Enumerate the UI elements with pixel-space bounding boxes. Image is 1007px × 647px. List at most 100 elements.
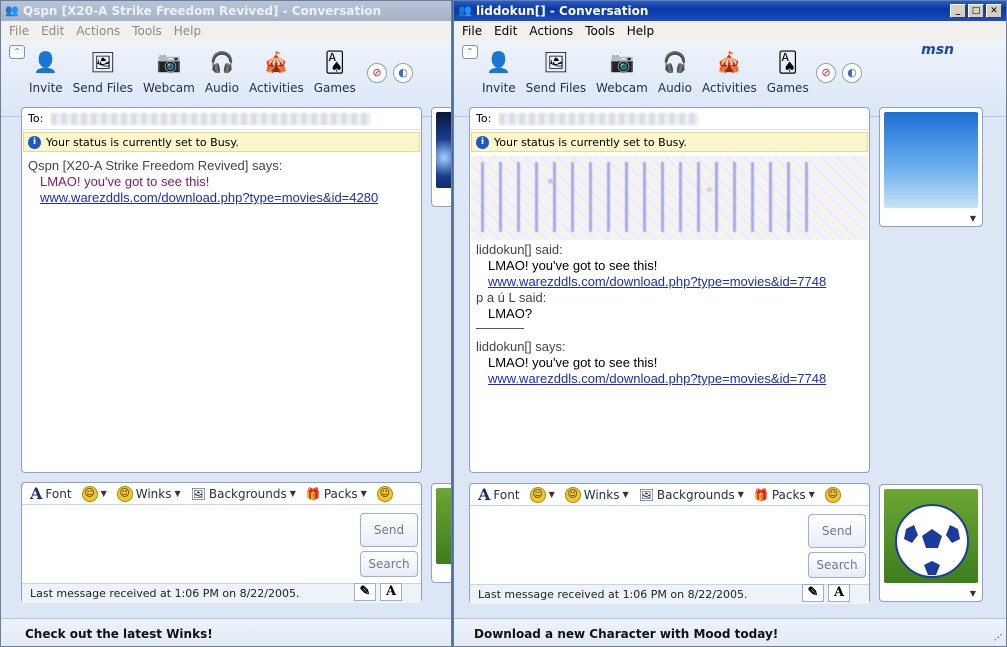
packs-icon: 🎁 xyxy=(753,487,769,502)
window-title: liddokun[] - Conversation xyxy=(476,4,649,18)
last-message-text: Last message received at 1:06 PM on 8/22… xyxy=(30,587,300,600)
backgrounds-button[interactable]: 🖼 Backgrounds ▼ xyxy=(639,488,744,502)
audio-button[interactable]: 🎧 Audio xyxy=(654,47,696,95)
activities-button[interactable]: 🎪 Activities xyxy=(698,47,761,95)
collapse-toggle-icon[interactable]: ⌃ xyxy=(462,45,478,59)
format-toolbar: A Font ☺ ▼ 😉 Winks ▼ 🖼 Backgrounds ▼ 🎁 Packs ▼ ☺ xyxy=(22,483,421,505)
search-button[interactable]: Search xyxy=(808,552,866,578)
resize-grip-icon[interactable]: ⋰ xyxy=(994,633,1002,642)
chevron-down-icon[interactable]: ▼ xyxy=(970,589,976,598)
send-button[interactable]: Send xyxy=(360,513,418,547)
emoticon-button[interactable]: ☺ ▼ xyxy=(529,486,555,503)
message-input[interactable] xyxy=(471,508,805,584)
sender-line: p a ú L said: xyxy=(476,290,547,305)
winks-label: Winks xyxy=(583,487,620,502)
title-bar[interactable]: 👥 liddokun[] - Conversation _ □ ✕ xyxy=(454,1,1006,21)
window-title: Qspn [X20-A Strike Freedom Revived] - Co… xyxy=(23,4,382,18)
search-button[interactable]: Search xyxy=(360,551,418,577)
webcam-button[interactable]: 📷 Webcam xyxy=(139,47,199,95)
games-button[interactable]: 🂡 Games xyxy=(763,47,813,95)
handwriting-icon[interactable]: ✎ xyxy=(354,583,376,601)
menu-file[interactable]: File xyxy=(5,24,37,38)
background-icon[interactable]: ◐ xyxy=(393,63,413,83)
conversation-window-1: 👥 Qspn [X20-A Strike Freedom Revived] - … xyxy=(0,0,452,647)
menu-actions[interactable]: Actions xyxy=(72,24,128,38)
compose-panel: A Font ☺ ▼ 😉 Winks ▼ 🖼 Backgrounds ▼ 🎁 Packs ▼ ☺… xyxy=(21,482,422,603)
footer-link[interactable]: Check out the latest Winks! xyxy=(25,627,213,641)
chat-history: Qspn [X20-A Strike Freedom Revived] says… xyxy=(22,154,421,210)
block-icon[interactable]: ⊘ xyxy=(816,63,836,83)
maximize-icon[interactable]: □ xyxy=(968,4,984,18)
send-files-icon: 🖼 xyxy=(543,50,569,74)
backgrounds-label: Backgrounds xyxy=(656,487,735,502)
collapse-toggle-icon[interactable]: ⌃ xyxy=(9,45,25,59)
own-display-picture[interactable]: ▼ xyxy=(879,484,983,602)
menu-actions[interactable]: Actions xyxy=(525,24,581,38)
to-label: To: xyxy=(28,112,44,125)
activities-button[interactable]: 🎪 Activities xyxy=(245,47,308,95)
message-link[interactable]: www.warezddls.com/download.php?type=movi… xyxy=(476,371,863,387)
nudge-button[interactable]: ☺ xyxy=(376,485,393,502)
contact-display-picture[interactable]: ▼ xyxy=(879,107,983,227)
contact-display-picture[interactable] xyxy=(431,107,451,207)
type-icon[interactable]: A xyxy=(828,584,850,602)
chevron-down-icon[interactable]: ▼ xyxy=(970,214,976,223)
menu-tools[interactable]: Tools xyxy=(128,24,170,38)
toolbar: ⌃ 👤 Invite 🖼 Send Files 📷 Webcam 🎧 Audio 🎪 Ac… xyxy=(1,41,451,117)
message-input[interactable] xyxy=(23,507,357,583)
display-picture-image xyxy=(884,489,978,583)
invite-label: Invite xyxy=(29,81,63,95)
font-button[interactable]: A Font xyxy=(30,484,72,503)
invite-button[interactable]: 👤 Invite xyxy=(25,47,67,95)
winks-icon: 😉 xyxy=(116,485,133,502)
webcam-icon: 📷 xyxy=(156,50,182,74)
menu-bar: File Edit Actions Tools Help xyxy=(454,21,1006,41)
display-picture-image xyxy=(436,488,451,564)
message-link[interactable]: www.warezddls.com/download.php?type=movi… xyxy=(476,274,863,290)
packs-button[interactable]: 🎁 Packs ▼ xyxy=(754,488,815,502)
font-button[interactable]: A Font xyxy=(478,485,520,504)
message-link[interactable]: www.warezddls.com/download.php?type=movi… xyxy=(28,190,415,206)
send-files-button[interactable]: 🖼 Send Files xyxy=(69,47,137,95)
menu-tools[interactable]: Tools xyxy=(581,24,623,38)
webcam-button[interactable]: 📷 Webcam xyxy=(592,47,652,95)
winks-button[interactable]: 😉 Winks ▼ xyxy=(564,486,629,503)
nudge-button[interactable]: ☺ xyxy=(824,486,841,503)
type-icon[interactable]: A xyxy=(380,583,402,601)
games-button[interactable]: 🂡 Games xyxy=(310,47,360,95)
block-icon[interactable]: ⊘ xyxy=(367,63,387,83)
footer-link[interactable]: Download a new Character with Mood today… xyxy=(474,627,778,641)
chevron-down-icon: ▼ xyxy=(808,490,815,499)
winks-button[interactable]: 😉 Winks ▼ xyxy=(116,485,181,502)
menu-help[interactable]: Help xyxy=(170,24,209,38)
menu-edit[interactable]: Edit xyxy=(490,24,525,38)
last-message-text: Last message received at 1:06 PM on 8/22… xyxy=(478,588,748,601)
invite-button[interactable]: 👤 Invite xyxy=(478,47,520,95)
packs-label: Packs xyxy=(323,486,358,501)
webcam-label: Webcam xyxy=(143,81,195,95)
audio-icon: 🎧 xyxy=(209,50,235,74)
background-icon[interactable]: ◐ xyxy=(842,63,862,83)
send-button[interactable]: Send xyxy=(808,514,866,548)
title-bar[interactable]: 👥 Qspn [X20-A Strike Freedom Revived] - … xyxy=(1,1,451,21)
menu-file[interactable]: File xyxy=(458,24,490,38)
minimize-icon[interactable]: _ xyxy=(950,4,966,18)
emoticon-icon: ☺ xyxy=(529,486,546,503)
menu-help[interactable]: Help xyxy=(623,24,662,38)
own-display-picture[interactable] xyxy=(431,483,451,583)
send-files-button[interactable]: 🖼 Send Files xyxy=(522,47,590,95)
packs-label: Packs xyxy=(771,487,806,502)
menu-edit[interactable]: Edit xyxy=(37,24,72,38)
footer-bar: Check out the latest Winks! xyxy=(1,618,451,646)
emoticon-button[interactable]: ☺ ▼ xyxy=(81,485,107,502)
games-icon: 🂡 xyxy=(324,50,345,74)
close-icon[interactable]: ✕ xyxy=(986,4,1002,18)
recipient-redacted xyxy=(499,112,700,125)
handwriting-icon[interactable]: ✎ xyxy=(802,584,824,602)
backgrounds-button[interactable]: 🖼 Backgrounds ▼ xyxy=(191,487,296,501)
packs-button[interactable]: 🎁 Packs ▼ xyxy=(306,487,367,501)
audio-button[interactable]: 🎧 Audio xyxy=(201,47,243,95)
games-label: Games xyxy=(766,81,809,95)
audio-label: Audio xyxy=(204,81,239,95)
nudge-icon: ☺ xyxy=(824,486,841,503)
